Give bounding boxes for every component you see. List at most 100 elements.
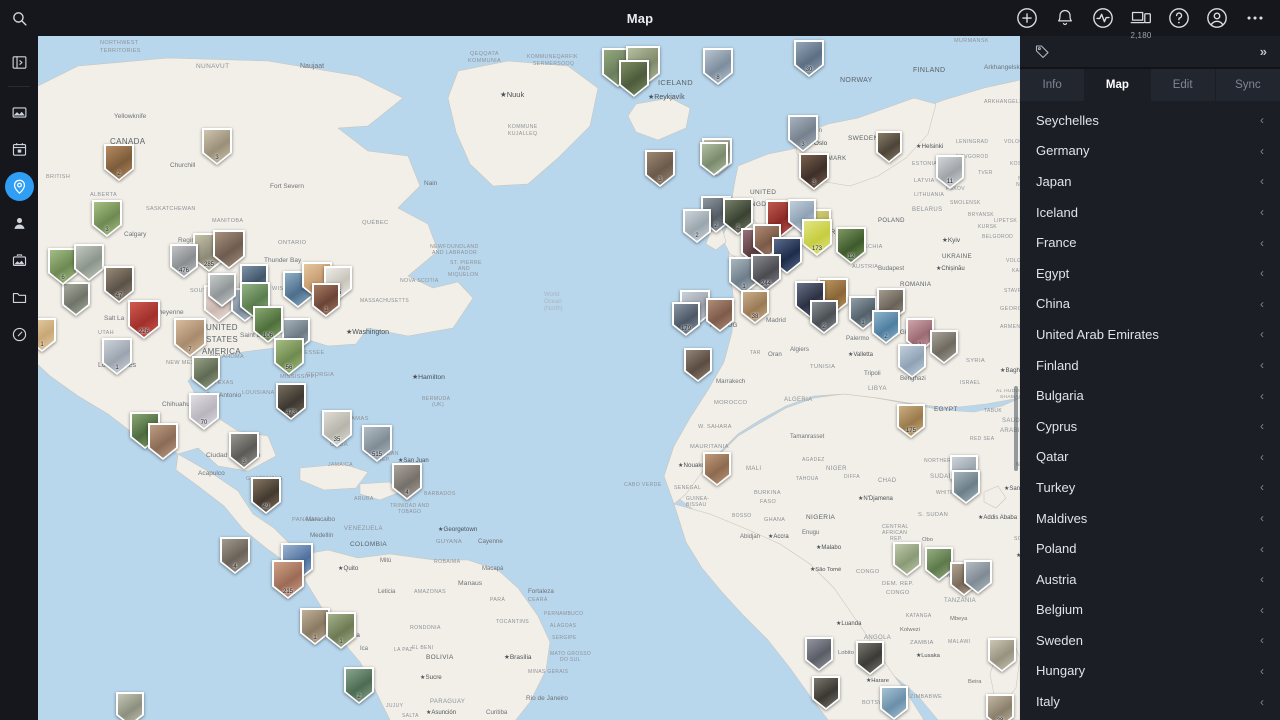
sidebar-item-people[interactable]	[2, 205, 36, 241]
country-row[interactable]: Cyprus ‹	[1020, 411, 1280, 442]
photo-cluster-marker[interactable]: 38	[741, 290, 769, 324]
photo-cluster-marker[interactable]: 244	[751, 254, 781, 291]
photo-cluster-marker[interactable]: 173	[802, 219, 832, 256]
photo-cluster-marker[interactable]: 11	[936, 155, 964, 189]
tab-info[interactable]: Info	[1020, 69, 1086, 101]
search-icon[interactable]	[6, 5, 32, 31]
photo-cluster-marker[interactable]: 49	[251, 477, 281, 514]
sidebar-item-dashboard[interactable]	[2, 316, 36, 352]
toggle-panel-button[interactable]	[2, 44, 36, 80]
sidebar-item-folders[interactable]	[2, 279, 36, 315]
photo-cluster-marker[interactable]: 2	[104, 144, 134, 181]
photo-cluster-marker[interactable]	[700, 142, 728, 176]
photo-cluster-marker[interactable]	[619, 60, 649, 97]
country-row[interactable]: Seychelles ‹	[1020, 105, 1280, 136]
chevron-left-icon[interactable]: ‹	[1260, 175, 1264, 187]
chevron-left-icon[interactable]: ‹	[1260, 634, 1264, 646]
country-row[interactable]: Sweden ‹	[1020, 625, 1280, 656]
country-row[interactable]: Qatar ‹	[1020, 442, 1280, 473]
chevron-left-icon[interactable]: ‹	[1260, 481, 1264, 493]
photo-cluster-marker[interactable]	[880, 686, 908, 720]
chevron-left-icon[interactable]: ‹	[1260, 665, 1264, 677]
chevron-left-icon[interactable]: ‹	[1260, 390, 1264, 402]
country-row[interactable]: Poland ‹	[1020, 533, 1280, 564]
photo-cluster-marker[interactable]: 70	[189, 393, 219, 430]
map-scrollbar[interactable]	[1013, 36, 1019, 720]
tab-edit[interactable]: Edit	[1150, 69, 1216, 101]
help-icon[interactable]	[1166, 5, 1192, 31]
chevron-left-icon[interactable]: ‹	[1260, 114, 1264, 126]
photo-cluster-marker[interactable]	[192, 356, 220, 390]
photo-cluster-marker[interactable]: 47	[104, 266, 134, 303]
photo-cluster-marker[interactable]	[988, 638, 1016, 672]
photo-cluster-marker[interactable]: 226	[128, 300, 160, 339]
photo-cluster-marker[interactable]: 2	[344, 667, 374, 704]
photo-cluster-marker[interactable]: 56	[274, 338, 304, 375]
photo-cluster-marker[interactable]: 3	[229, 432, 259, 469]
photo-cluster-marker[interactable]	[876, 131, 902, 163]
photo-cluster-marker[interactable]	[893, 542, 921, 576]
chevron-left-icon[interactable]: ‹	[1260, 604, 1264, 616]
photo-cluster-marker[interactable]: 7	[174, 318, 206, 357]
photo-cluster-marker[interactable]: 4	[220, 537, 250, 574]
country-row[interactable]: Iceland ‹	[1020, 197, 1280, 228]
country-row[interactable]: United Arab Emirates ‹	[1020, 319, 1280, 350]
sidebar-item-calendar[interactable]	[2, 131, 36, 167]
photo-cluster-marker[interactable]: 515	[362, 425, 392, 462]
country-row[interactable]: Hungary ‹	[1020, 656, 1280, 687]
photo-cluster-marker[interactable]	[898, 344, 926, 378]
photo-cluster-marker[interactable]: 2	[683, 209, 711, 243]
photo-cluster-marker[interactable]: 179	[672, 302, 700, 336]
sidebar-item-map[interactable]	[2, 168, 36, 204]
photo-cluster-marker[interactable]: 3	[788, 115, 818, 152]
map-scrollbar-thumb[interactable]	[1014, 386, 1018, 471]
photo-cluster-marker[interactable]	[703, 452, 731, 486]
add-icon[interactable]	[1014, 5, 1040, 31]
chevron-left-icon[interactable]: ‹	[1260, 512, 1264, 524]
country-row[interactable]: Italy ‹	[1020, 686, 1280, 717]
photo-cluster-marker[interactable]: 1	[312, 283, 340, 317]
photo-cluster-marker[interactable]: 476	[170, 244, 198, 278]
photo-cluster-marker[interactable]	[805, 637, 833, 671]
chevron-left-icon[interactable]: ‹	[1260, 451, 1264, 463]
chevron-left-icon[interactable]: ‹	[1260, 328, 1264, 340]
photo-cluster-marker[interactable]: 1	[38, 318, 56, 352]
photo-cluster-marker[interactable]	[684, 348, 712, 382]
country-row[interactable]: Maldives ‹	[1020, 503, 1280, 534]
photo-cluster-marker[interactable]: 473	[276, 383, 306, 420]
photo-cluster-marker[interactable]: 35	[322, 410, 352, 447]
photo-cluster-marker[interactable]: 3	[645, 150, 675, 187]
tab-map[interactable]: Map	[1085, 69, 1151, 101]
panel-expand-button[interactable]: »	[1260, 44, 1267, 59]
photo-cluster-marker[interactable]: 4	[392, 463, 422, 500]
photo-cluster-marker[interactable]: 30	[794, 40, 824, 77]
tab-sync[interactable]: Sync	[1215, 69, 1280, 101]
photo-cluster-marker[interactable]	[856, 641, 884, 675]
chevron-left-icon[interactable]: ‹	[1260, 696, 1264, 708]
photo-cluster-marker[interactable]: 28	[986, 694, 1014, 720]
photo-cluster-marker[interactable]: 1	[102, 338, 132, 375]
photo-cluster-marker[interactable]	[116, 692, 144, 720]
photo-cluster-marker[interactable]	[62, 282, 90, 316]
chevron-left-icon[interactable]: ‹	[1260, 359, 1264, 371]
photo-cluster-marker[interactable]: 12	[836, 227, 866, 264]
photo-cluster-marker[interactable]: 175	[897, 404, 925, 438]
country-list[interactable]: Seychelles ‹ Germany ‹ Japan ‹ Iceland ‹ France ‹…	[1020, 101, 1280, 720]
photo-cluster-marker[interactable]	[148, 423, 178, 460]
chevron-left-icon[interactable]: ‹	[1260, 298, 1264, 310]
chevron-left-icon[interactable]: ‹	[1260, 267, 1264, 279]
photo-cluster-marker[interactable]: 215	[272, 560, 304, 599]
photo-cluster-marker[interactable]: 3	[92, 200, 122, 237]
photo-cluster-marker[interactable]: 2	[872, 310, 900, 344]
country-row[interactable]: Turkey ‹	[1020, 472, 1280, 503]
country-row[interactable]: Belgium ‹	[1020, 595, 1280, 626]
sidebar-item-photos[interactable]	[2, 94, 36, 130]
photo-cluster-marker[interactable]: 2	[810, 300, 838, 334]
country-row[interactable]: France ‹	[1020, 227, 1280, 258]
map-view[interactable]: NUNAVUT BRITISH TERRITORIES NORTHWEST Naujaa…	[38, 36, 1020, 720]
country-row[interactable]: Austria ‹	[1020, 564, 1280, 595]
country-row[interactable]: Bulgaria ‹	[1020, 380, 1280, 411]
map-canvas[interactable]: NUNAVUT BRITISH TERRITORIES NORTHWEST Naujaa…	[38, 36, 1020, 720]
devices-icon[interactable]: 2,180	[1128, 5, 1154, 40]
chevron-left-icon[interactable]: ‹	[1260, 573, 1264, 585]
